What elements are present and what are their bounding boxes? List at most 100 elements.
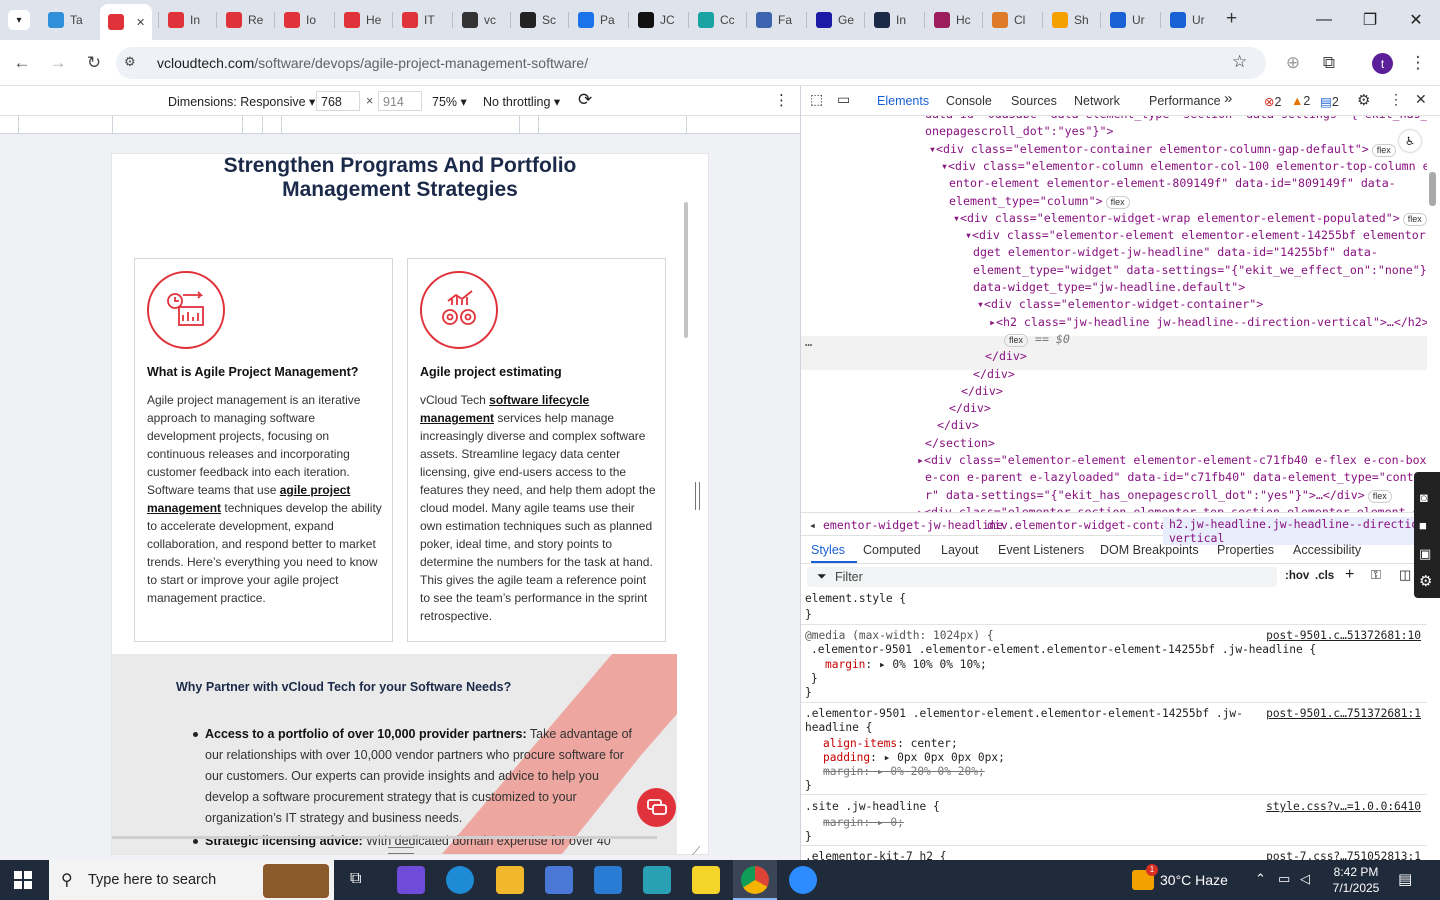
window-icon[interactable]: ▣ (1419, 546, 1431, 562)
node-actions-ellipsis[interactable]: … (805, 334, 812, 351)
toggle-sidebar-icon[interactable]: ◫ (1399, 567, 1411, 583)
flex-badge[interactable]: flex (1004, 333, 1029, 347)
rule-declaration[interactable]: padding: ▸ 0px 0px 0px 0px; (823, 751, 1005, 766)
browser-tab[interactable]: Ur (1170, 8, 1218, 32)
rule-source-link[interactable]: post-9501.c…51372681:10 (1266, 629, 1421, 644)
page-scrollbar[interactable] (684, 202, 688, 338)
forward-icon[interactable]: → (46, 51, 70, 75)
dom-node-line[interactable]: element_type="column"> flex (949, 193, 1130, 210)
error-count[interactable]: ⊗2 (1264, 94, 1281, 109)
cls-toggle[interactable]: .cls (1315, 570, 1334, 582)
task-view-icon[interactable]: ⧉ (350, 870, 361, 888)
dom-node-line[interactable]: entor-element elementor-element-809149f"… (949, 175, 1396, 192)
dom-node-line[interactable]: onepagescroll_dot":"yes"}"> (925, 123, 1113, 140)
profile-avatar[interactable]: t (1372, 53, 1393, 74)
browser-tab[interactable]: Ta (48, 8, 96, 32)
rule-source-link[interactable]: post-9501.c…751372681:1 (1266, 707, 1421, 722)
tab-elements[interactable]: Elements (877, 94, 929, 108)
rule-declaration[interactable]: align-items: center; (823, 737, 958, 752)
site-info-icon[interactable]: ⚙ (124, 54, 142, 72)
dom-node-line[interactable]: r" data-settings="{"ekit_has_onepagescro… (925, 487, 1392, 504)
browser-tab[interactable]: Pa (578, 8, 626, 32)
rotate-icon[interactable]: ⟳ (578, 90, 592, 110)
resize-corner-icon[interactable]: ⟋ (692, 844, 700, 859)
new-rule-icon[interactable]: + (1345, 566, 1354, 584)
menu-kebab-icon[interactable]: ⋮ (1406, 51, 1430, 75)
browser-tab[interactable]: In (874, 8, 922, 32)
browser-tab[interactable]: Ge (816, 8, 864, 32)
dom-node-line[interactable]: </div> (961, 383, 1003, 400)
browser-tab[interactable]: Fa (756, 8, 804, 32)
tab-console[interactable]: Console (946, 94, 992, 108)
weather-icon[interactable]: 1 (1132, 864, 1158, 890)
browser-tab[interactable]: Sc (520, 8, 568, 32)
dom-node-line[interactable]: ▸<h2 class="jw-headline jw-headline--dir… (989, 314, 1427, 331)
windows-start-icon[interactable] (14, 871, 32, 889)
rule-declaration-overridden[interactable]: margin: ▸ 0% 20% 0% 20%; (823, 765, 985, 780)
filter-input[interactable]: ⏷ Filter (807, 567, 1277, 587)
extensions-icon[interactable]: ⧉ (1317, 51, 1341, 75)
url-text[interactable]: vcloudtech.com/software/devops/agile-pro… (157, 55, 588, 71)
dom-node-line[interactable]: ▾<div class="elementor-widget-container"… (977, 296, 1263, 313)
accessibility-tree-icon[interactable]: ♿ (1399, 130, 1421, 152)
breadcrumb-scroll-left-icon[interactable]: ◂ (809, 518, 816, 532)
app-icon[interactable] (643, 866, 671, 894)
height-input[interactable]: 914 (378, 91, 422, 111)
dom-node-line[interactable]: element_type="widget" data-settings="{"e… (973, 262, 1427, 279)
dom-node-line[interactable]: ▸<div class="elementor-section elementor… (917, 504, 1427, 512)
browser-tab[interactable]: In (168, 8, 216, 32)
browser-tab[interactable]: Sh (1052, 8, 1100, 32)
throttling-select[interactable]: No throttling ▾ (483, 94, 560, 109)
browser-tab[interactable]: IT (402, 8, 450, 32)
message-count[interactable]: ▤2 (1320, 94, 1339, 109)
render-emulation-icon[interactable]: ⚿ (1371, 567, 1381, 583)
minimize-icon[interactable]: — (1301, 0, 1347, 40)
browser-tab[interactable]: vc (462, 8, 510, 32)
edge-app-icon[interactable] (446, 866, 474, 894)
resize-handle-right[interactable] (695, 482, 700, 510)
breadcrumb-item[interactable]: ementor-widget-jw-headline (823, 518, 1003, 532)
dom-node-line[interactable]: </section> (925, 435, 995, 452)
page-hscrollbar[interactable] (112, 836, 657, 839)
chrome-taskbar-active[interactable] (733, 860, 777, 900)
camera-icon[interactable]: ◙ (1420, 490, 1428, 505)
tab-computed[interactable]: Computed (863, 543, 921, 557)
flex-badge[interactable]: flex (1402, 212, 1427, 226)
tab-active[interactable]: ✕ (100, 4, 152, 40)
dom-node-line[interactable]: </div> (973, 366, 1015, 383)
warning-count[interactable]: ▲2 (1291, 94, 1310, 108)
mail-app-icon[interactable] (594, 866, 622, 894)
browser-tab[interactable]: Re (226, 8, 274, 32)
dom-node-line[interactable]: ▾<div class="elementor-column elementor-… (941, 158, 1427, 175)
tab-network[interactable]: Network (1074, 94, 1120, 108)
tab-event-listeners[interactable]: Event Listeners (998, 543, 1084, 557)
browser-tab[interactable]: JC (638, 8, 686, 32)
tab-sources[interactable]: Sources (1011, 94, 1057, 108)
volume-icon[interactable]: ◁ (1300, 871, 1310, 887)
resize-handle-bottom[interactable] (388, 847, 414, 854)
notification-center-icon[interactable]: ▤ (1398, 870, 1412, 888)
network-icon[interactable]: ▭ (1278, 871, 1290, 887)
sticky-notes-icon[interactable] (692, 866, 720, 894)
zoom-select[interactable]: 75% ▾ (432, 94, 467, 109)
file-explorer-icon[interactable] (496, 866, 524, 894)
dom-node-line[interactable]: ▸<div class="elementor-element elementor… (917, 452, 1427, 469)
zoom-app-icon[interactable] (789, 866, 817, 894)
taskbar-search[interactable]: ⚲ Type here to search (49, 860, 334, 900)
reload-icon[interactable]: ↻ (82, 51, 106, 75)
browser-tab[interactable]: Hc (934, 8, 982, 32)
dom-node-line[interactable]: </div> (949, 400, 991, 417)
dom-node-line[interactable]: ▾<div class="elementor-container element… (929, 141, 1396, 158)
close-devtools-icon[interactable]: ✕ (1415, 91, 1427, 108)
dom-node-line[interactable]: </div> (985, 348, 1027, 365)
browser-tab[interactable]: Io (284, 8, 332, 32)
rule-declaration-overridden[interactable]: margin: ▸ 0; (823, 816, 904, 831)
tab-styles[interactable]: Styles (811, 543, 845, 557)
flex-badge[interactable]: flex (1371, 143, 1396, 157)
back-icon[interactable]: ← (10, 51, 34, 75)
flex-badge[interactable]: flex (1105, 195, 1130, 209)
video-icon[interactable]: ■ (1419, 518, 1427, 533)
copilot-app-icon[interactable] (397, 866, 425, 894)
rule-source-link[interactable]: style.css?v…=1.0.0:6410 (1266, 800, 1421, 815)
browser-tab[interactable]: Cl (992, 8, 1040, 32)
